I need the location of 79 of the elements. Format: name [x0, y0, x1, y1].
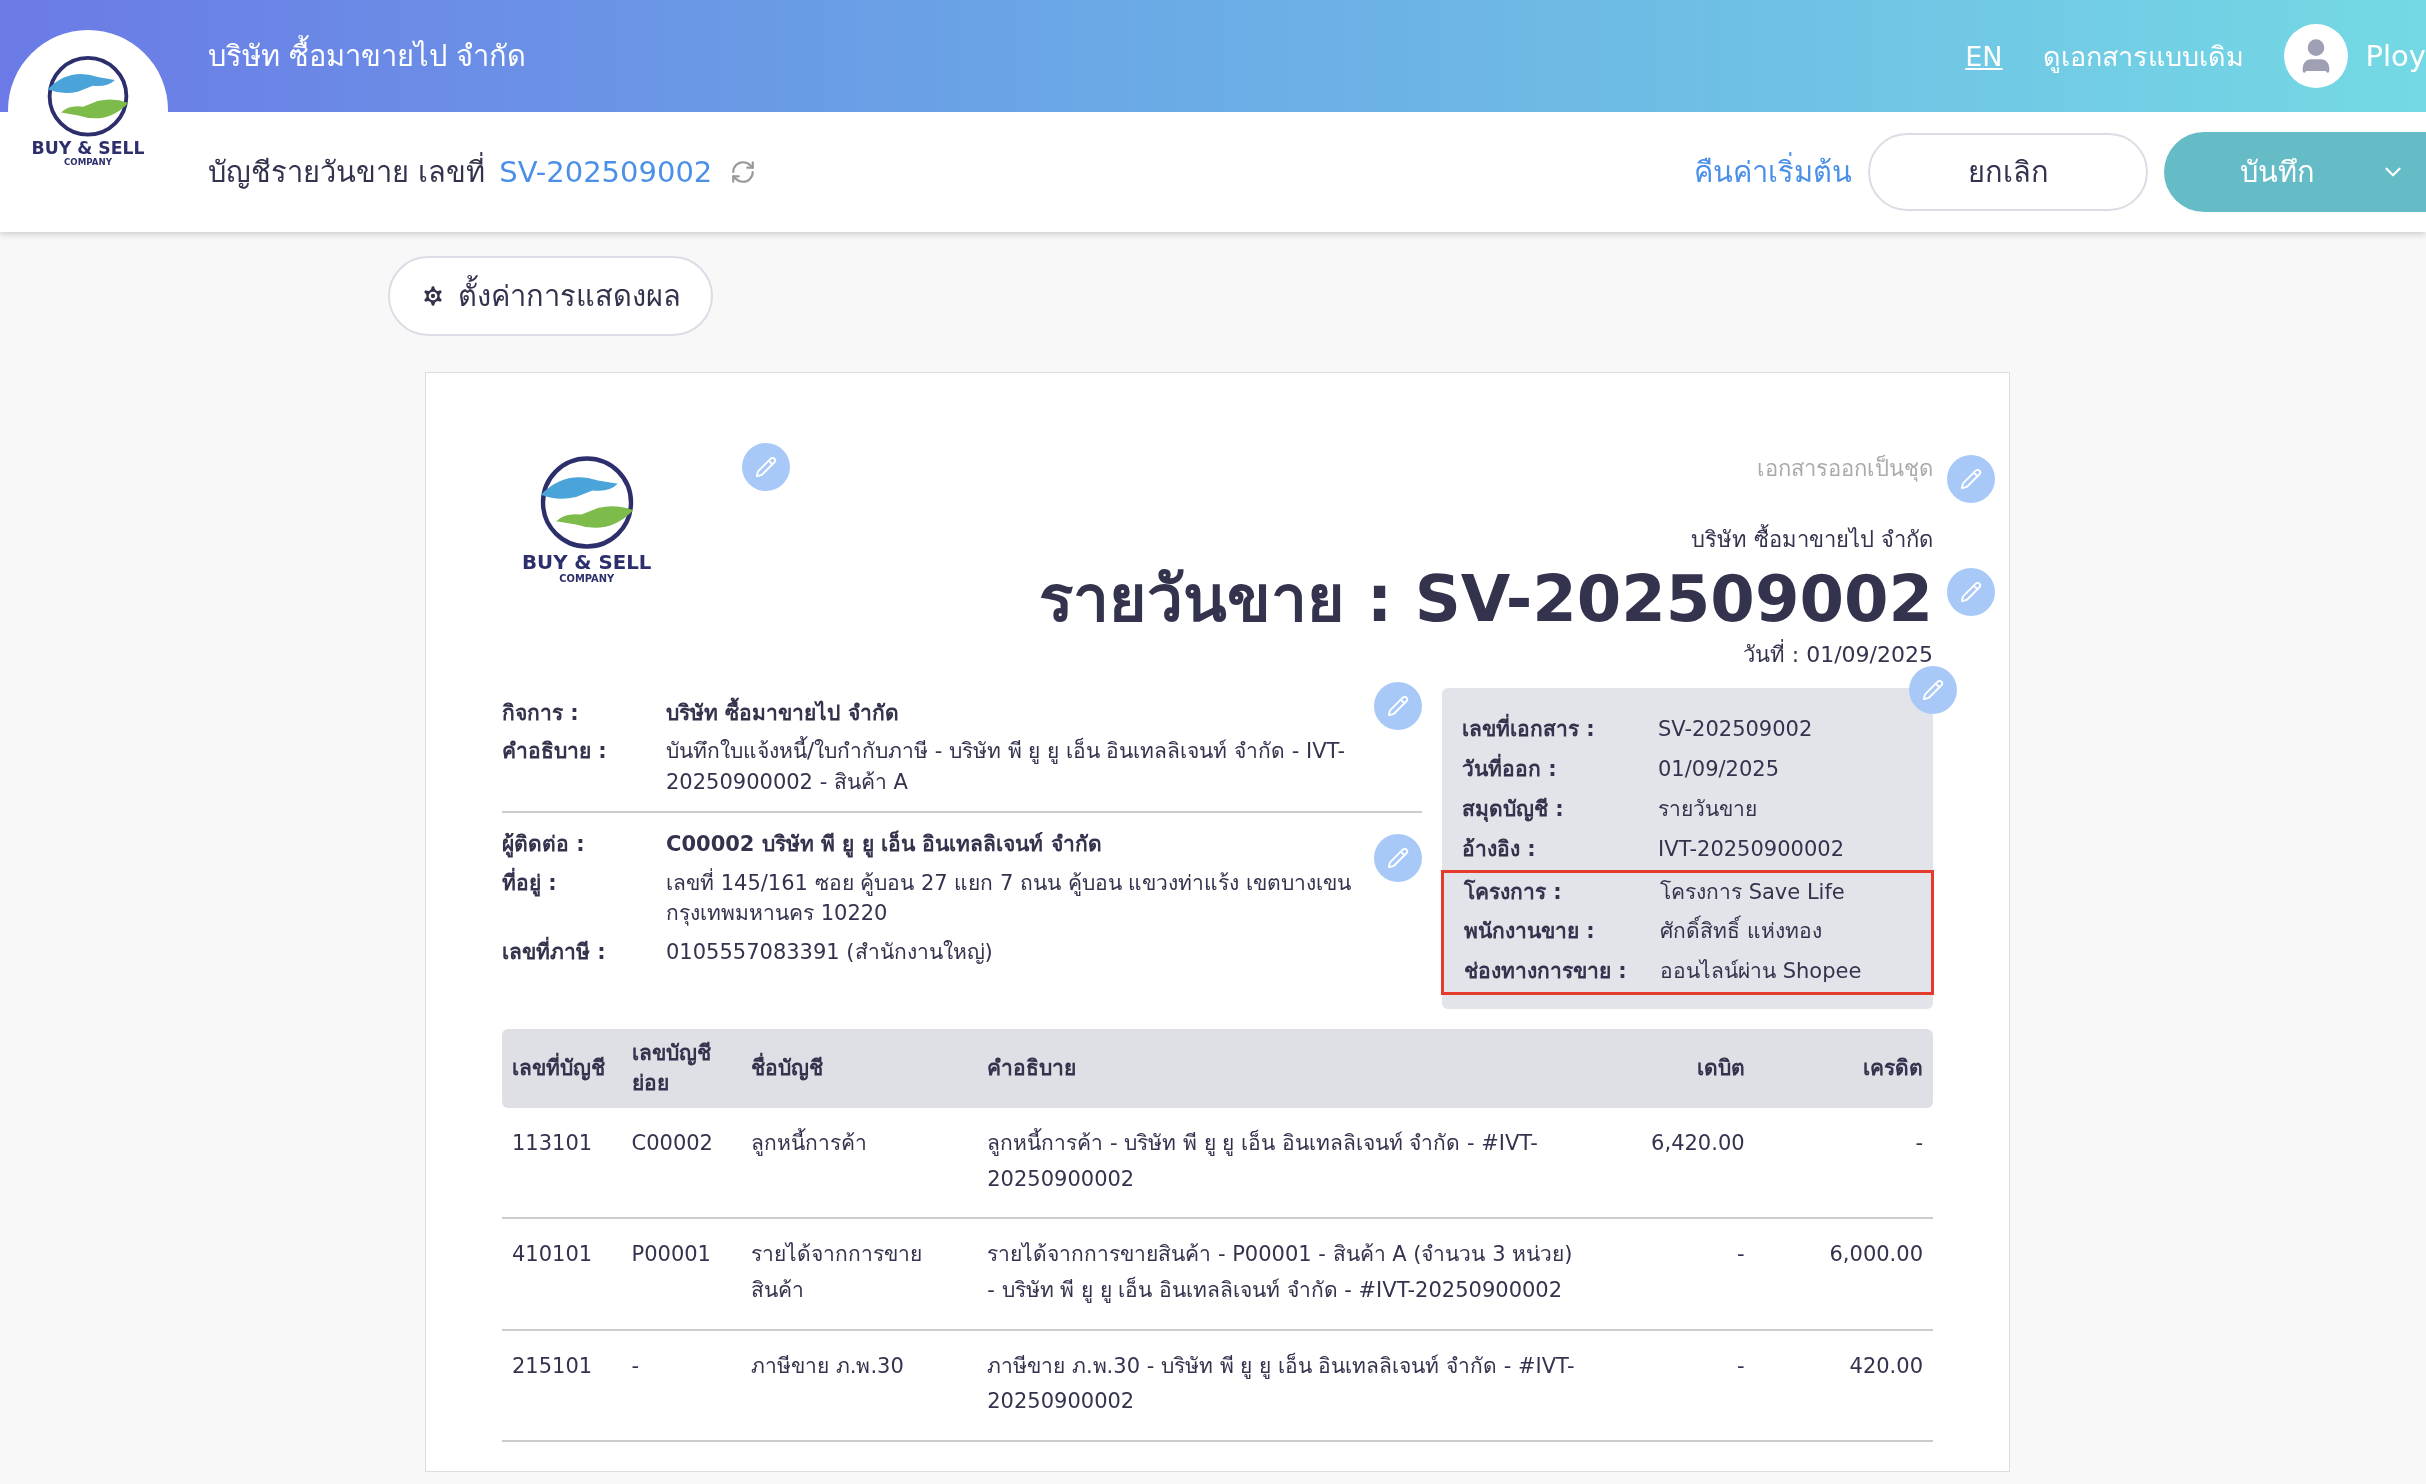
edit-button[interactable] — [1947, 568, 1995, 616]
logo-subtitle: COMPANY — [64, 157, 112, 168]
info-value: โครงการ Save Life — [1660, 878, 1846, 906]
company-name: บริษัท ซื้อมาขายไป จำกัด — [1691, 522, 1933, 557]
column-header: เลขที่บัญชี — [502, 1029, 622, 1108]
pencil-icon — [1960, 468, 1982, 490]
document-date: วันที่ : 01/09/2025 — [1742, 638, 1933, 669]
table-cell: 6,000.00 — [1754, 1218, 1933, 1330]
table-cell: 410101 — [502, 1218, 622, 1330]
edit-button[interactable] — [1909, 666, 1957, 714]
table-cell: C00002 — [621, 1108, 742, 1219]
field-value: บริษัท ซื้อมาขายไป จำกัด — [666, 698, 1352, 729]
logo-subtitle: COMPANY — [559, 573, 615, 585]
language-link[interactable]: EN — [1965, 40, 2003, 72]
pencil-icon — [1922, 679, 1944, 701]
info-label: วันที่ออก : — [1462, 749, 1658, 790]
logo-title: BUY & SELL — [522, 552, 652, 574]
info-label: สมุดบัญชี : — [1462, 795, 1565, 824]
document-label: บัญชีรายวันขาย เลขที่ — [208, 149, 486, 195]
table-cell: 420.00 — [1754, 1329, 1933, 1442]
field-value: 0105557083391 (สำนักงานใหญ่) — [666, 938, 994, 966]
table-cell: 215101 — [502, 1329, 622, 1442]
table-cell: 113101 — [502, 1108, 622, 1219]
field-label: คำอธิบาย : — [502, 738, 608, 766]
field-value: เลขที่ 145/161 ซอย คู้บอน 27 แยก 7 ถนน คู้บอน แขวงท่าแร้ง เขตบางเขน กรุงเทพมหานคร 10220 — [666, 867, 1352, 928]
edit-button[interactable] — [1374, 834, 1422, 882]
edit-button[interactable] — [1947, 455, 1995, 503]
company-name: บริษัท ซื้อมาขายไป จำกัด — [208, 33, 1966, 79]
table-cell: - — [1754, 1108, 1933, 1219]
table-cell: ลูกหนี้การค้า — [741, 1108, 978, 1219]
info-label: เลขที่เอกสาร : — [1462, 710, 1658, 750]
column-header: คำอธิบาย — [977, 1029, 1586, 1108]
table-cell: รายได้จากการขายสินค้า - P00001 - สินค้า A (จำนวน 3 หน่วย) - บริษัท พี ยู ยู เอ็น อินเทลลิเจนท์ จำกัด - #IVT-20250900002 — [977, 1218, 1586, 1330]
field-value: C00002 บริษัท พี ยู ยู เอ็น อินเทลลิเจนท์ จำกัด — [666, 829, 1103, 860]
pencil-icon — [1960, 581, 1982, 603]
info-value: รายวันขาย — [1658, 795, 1758, 823]
table-cell: - — [1586, 1329, 1755, 1442]
copy-note: เอกสารออกเป็นชุด — [1757, 453, 1933, 484]
edit-button[interactable] — [742, 443, 790, 491]
field-value: บันทึกใบแจ้งหนี้/ใบกำกับภาษี - บริษัท พี ยู ยู เอ็น อินเทลลิเจนท์ จำกัด - IVT-20250900002 - สินค้า A — [666, 736, 1352, 798]
column-header: เดบิต — [1586, 1029, 1755, 1108]
user-name: Ploy — [2365, 39, 2426, 73]
table-cell: รายได้จากการขายสินค้า — [741, 1218, 978, 1330]
display-settings-button[interactable]: ตั้งค่าการแสดงผล — [388, 256, 713, 336]
table-cell: 6,420.00 — [1586, 1108, 1755, 1219]
column-header: ชื่อบัญชี — [741, 1029, 978, 1108]
table-cell: P00001 — [621, 1218, 742, 1330]
table-cell: ภาษีขาย ภ.พ.30 - บริษัท พี ยู ยู เอ็น อินเทลลิเจนท์ จำกัด - #IVT-20250900002 — [977, 1329, 1586, 1442]
logo-title: BUY & SELL — [31, 138, 145, 158]
table-cell: - — [621, 1329, 742, 1442]
classic-view-link[interactable]: ดูเอกสารแบบเดิม — [2042, 34, 2244, 78]
field-label: ที่อยู่ : — [502, 867, 666, 929]
info-value: 01/09/2025 — [1658, 755, 1781, 783]
info-value: IVT-20250900002 — [1658, 835, 1845, 863]
field-label: ผู้ติดต่อ : — [502, 831, 586, 860]
info-label: พนักงานขาย : — [1464, 918, 1596, 946]
refresh-icon[interactable] — [730, 159, 757, 185]
pencil-icon — [755, 456, 777, 478]
info-value: SV-202509002 — [1658, 716, 1814, 743]
table-cell: - — [1586, 1218, 1755, 1330]
info-label: อ้างอิง : — [1462, 835, 1537, 863]
info-label: โครงการ : — [1464, 878, 1563, 906]
pencil-icon — [1387, 695, 1409, 717]
info-value: ศักดิ์สิทธิ์ แห่งทอง — [1660, 912, 1911, 953]
edit-button[interactable] — [1374, 682, 1422, 730]
column-header: เลขบัญชีย่อย — [621, 1029, 742, 1108]
document-number: SV-202509002 — [499, 155, 713, 189]
field-label: กิจการ : — [502, 700, 580, 727]
info-value: ออนไลน์ผ่าน Shopee — [1660, 958, 1863, 986]
table-cell: ภาษีขาย ภ.พ.30 — [741, 1329, 978, 1442]
save-button[interactable]: บันทึก — [2164, 132, 2426, 212]
column-header: เครดิต — [1754, 1029, 1933, 1108]
cancel-button[interactable]: ยกเลิก — [1868, 133, 2148, 211]
pencil-icon — [1387, 847, 1409, 869]
table-cell: ลูกหนี้การค้า - บริษัท พี ยู ยู เอ็น อินเทลลิเจนท์ จำกัด - #IVT-20250900002 — [977, 1108, 1586, 1219]
reset-link[interactable]: คืนค่าเริ่มต้น — [1694, 149, 1852, 195]
info-label: ช่องทางการขาย : — [1464, 958, 1628, 986]
document-title: รายวันขาย : SV-202509002 — [1038, 563, 1933, 637]
field-label: เลขที่ภาษี : — [502, 936, 666, 968]
